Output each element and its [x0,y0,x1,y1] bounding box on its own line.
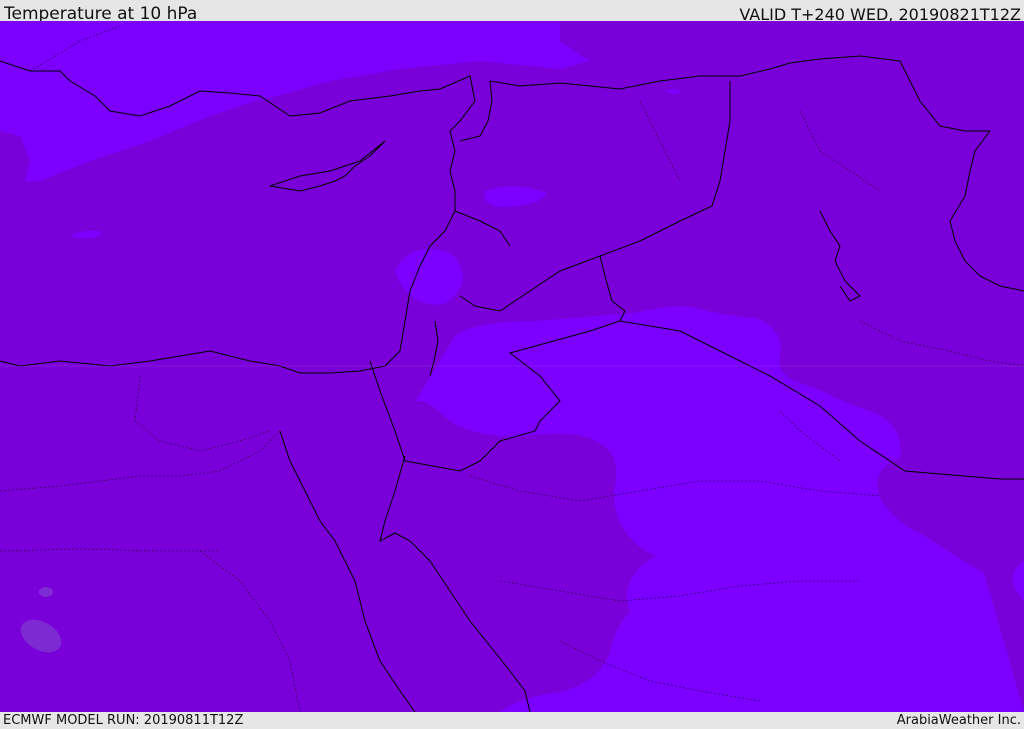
map-canvas[interactable] [0,21,1024,712]
footer-bar: ECMWF MODEL RUN: 20190811T12Z ArabiaWeat… [0,712,1024,729]
model-run-label: ECMWF MODEL RUN: 20190811T12Z [3,713,244,728]
faint-blob-2 [39,587,53,597]
header-bar: Temperature at 10 hPa VALID T+240 WED, 2… [0,0,1024,24]
brand-credit: ArabiaWeather Inc. [896,713,1021,728]
temperature-map [0,21,1024,712]
